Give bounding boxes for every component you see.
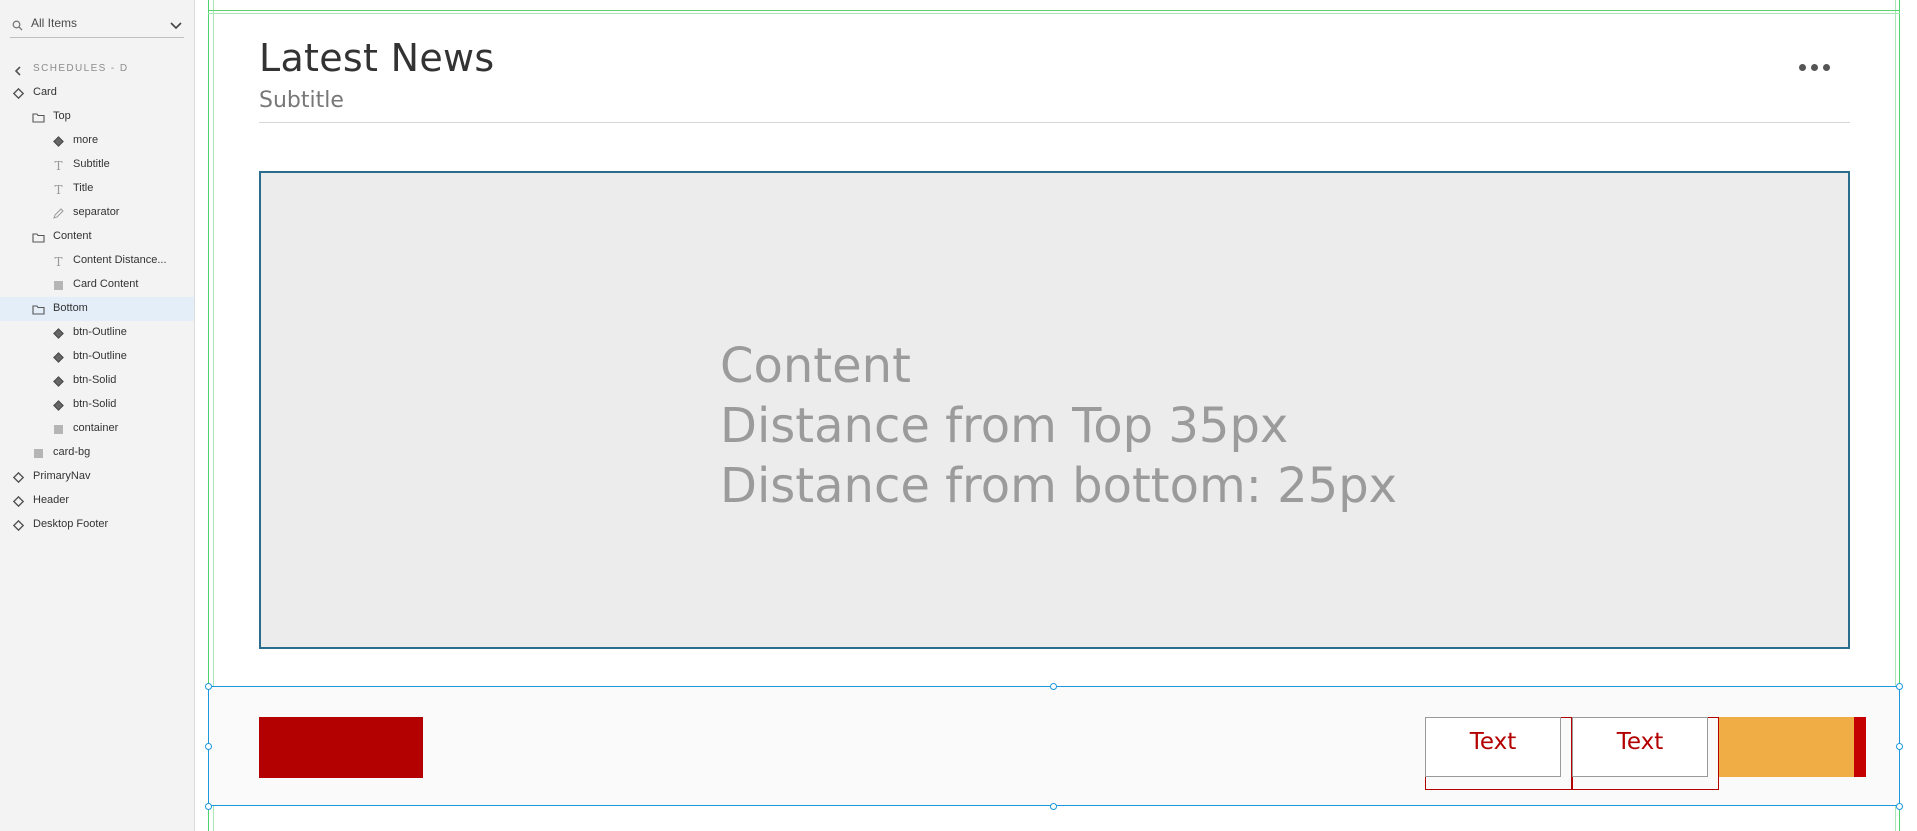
layer-item[interactable]: Card (0, 81, 194, 105)
component-icon (12, 495, 25, 508)
layers-filter-dropdown[interactable]: All Items (10, 12, 184, 38)
layer-label: Card Content (73, 278, 139, 290)
breadcrumb: SCHEDULES - D (33, 63, 129, 74)
rectangle-icon (52, 423, 65, 436)
layer-item[interactable]: Top (0, 105, 194, 129)
svg-text:T: T (55, 255, 63, 268)
layer-item[interactable]: Content (0, 225, 194, 249)
resize-handle-t[interactable] (1050, 683, 1057, 690)
component-icon (12, 87, 25, 100)
chevron-down-icon[interactable] (170, 18, 182, 30)
more-dot (1823, 64, 1830, 71)
resize-handle-l[interactable] (205, 743, 212, 750)
layer-label: separator (73, 206, 120, 218)
layer-item[interactable]: T Title (0, 177, 194, 201)
layer-label: Content Distance... (73, 254, 167, 266)
layout-guide-top (208, 10, 1900, 11)
layer-label: card-bg (53, 446, 91, 458)
layer-label: container (73, 422, 119, 434)
layer-label: Bottom (53, 302, 88, 314)
content-line: Distance from bottom: 25px (720, 458, 1398, 514)
layer-item[interactable]: btn-Solid (0, 393, 194, 417)
card-content[interactable]: Content Distance from Top 35px Distance … (259, 171, 1850, 649)
layer-item[interactable]: Card Content (0, 273, 194, 297)
layer-item[interactable]: separator (0, 201, 194, 225)
layer-label: Content (53, 230, 92, 242)
layer-label: Title (73, 182, 94, 194)
component-icon (12, 471, 25, 484)
component-icon (12, 519, 25, 532)
resize-handle-b[interactable] (1050, 803, 1057, 810)
layer-item[interactable]: card-bg (0, 441, 194, 465)
layers-panel: All Items SCHEDULES - D Card Top more T Subt… (0, 0, 195, 831)
more-icon[interactable] (1797, 58, 1833, 78)
card-subtitle[interactable]: Subtitle (259, 88, 344, 113)
layer-label: Card (33, 86, 57, 98)
svg-text:T: T (55, 183, 63, 196)
layer-label: btn-Outline (73, 326, 127, 338)
more-dot (1811, 64, 1818, 71)
layer-item[interactable]: T Subtitle (0, 153, 194, 177)
rectangle-icon (52, 279, 65, 292)
text-icon: T (52, 255, 65, 268)
resize-handle-br[interactable] (1896, 803, 1903, 810)
more-dot (1799, 64, 1806, 71)
layer-label: Subtitle (73, 158, 110, 170)
card-title[interactable]: Latest News (259, 36, 495, 80)
layer-label: Desktop Footer (33, 518, 109, 530)
svg-text:T: T (55, 159, 63, 172)
text-icon: T (52, 183, 65, 196)
folder-icon (32, 303, 45, 316)
search-icon (12, 18, 23, 31)
chevron-left-icon[interactable] (14, 63, 22, 76)
layer-item[interactable]: Bottom (0, 297, 194, 321)
layers-filter-label: All Items (31, 16, 78, 30)
content-line: Content (720, 338, 911, 394)
layer-item[interactable]: T Content Distance... (0, 249, 194, 273)
layer-item[interactable]: Header (0, 489, 194, 513)
layer-item[interactable]: PrimaryNav (0, 465, 194, 489)
component-icon (52, 327, 65, 340)
breadcrumb-back[interactable]: SCHEDULES - D (0, 60, 194, 78)
folder-icon (32, 231, 45, 244)
layer-item[interactable]: btn-Outline (0, 345, 194, 369)
component-icon (52, 399, 65, 412)
layout-guide-top-inner (208, 13, 1900, 14)
component-icon (52, 351, 65, 364)
selection-outline (208, 686, 1900, 806)
layer-label: Header (33, 494, 70, 506)
content-distance-text[interactable]: Content Distance from Top 35px Distance … (720, 336, 1397, 516)
layer-label: btn-Solid (73, 374, 117, 386)
layer-label: more (73, 134, 99, 146)
layer-item[interactable]: btn-Outline (0, 321, 194, 345)
layer-label: Top (53, 110, 71, 122)
rectangle-icon (32, 447, 45, 460)
resize-handle-bl[interactable] (205, 803, 212, 810)
layer-label: PrimaryNav (33, 470, 91, 482)
layer-label: btn-Solid (73, 398, 117, 410)
folder-icon (32, 111, 45, 124)
text-icon: T (52, 159, 65, 172)
layer-label: btn-Outline (73, 350, 127, 362)
layer-item[interactable]: more (0, 129, 194, 153)
layer-item[interactable]: btn-Solid (0, 369, 194, 393)
pen-icon (52, 207, 65, 220)
component-icon (52, 135, 65, 148)
layer-item[interactable]: Desktop Footer (0, 513, 194, 537)
resize-handle-r[interactable] (1896, 743, 1903, 750)
card-separator[interactable] (259, 122, 1850, 123)
resize-handle-tr[interactable] (1896, 683, 1903, 690)
layer-item[interactable]: container (0, 417, 194, 441)
resize-handle-tl[interactable] (205, 683, 212, 690)
content-line: Distance from Top 35px (720, 398, 1289, 454)
component-icon (52, 375, 65, 388)
